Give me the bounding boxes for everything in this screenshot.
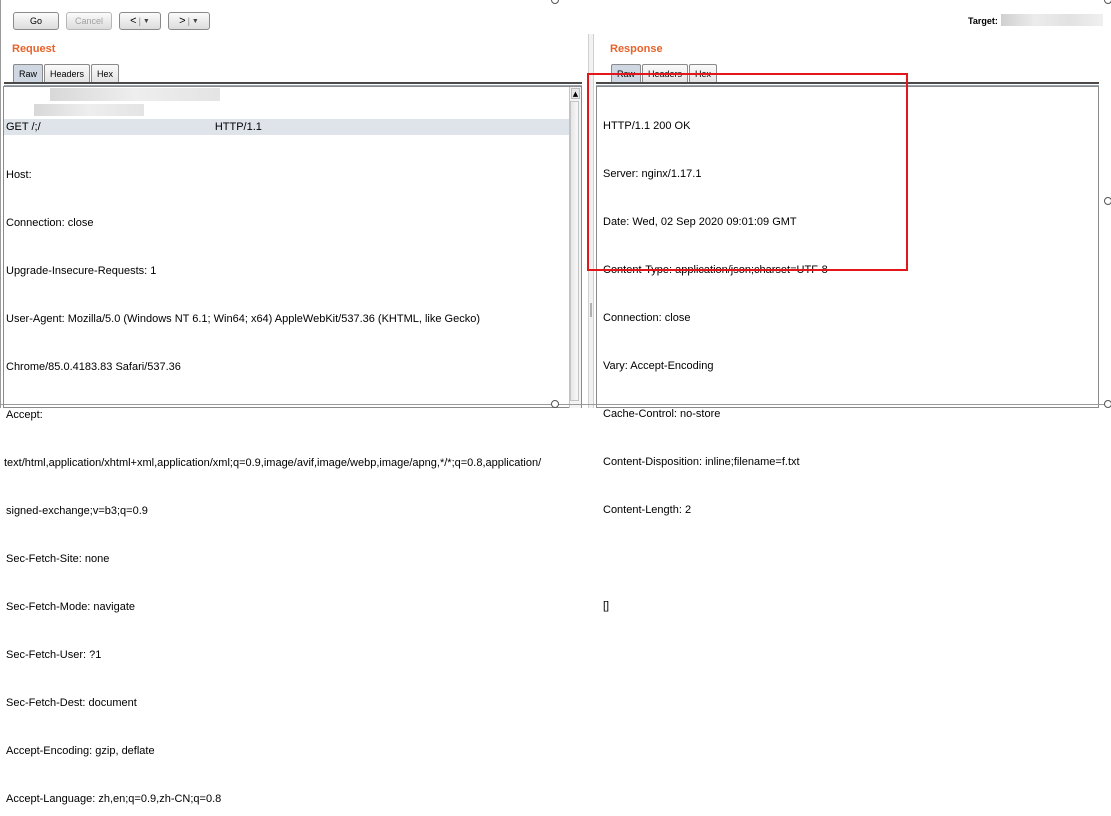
request-tabs: Raw Headers Hex <box>13 64 120 82</box>
resize-handle[interactable] <box>1104 197 1111 205</box>
forward-button[interactable]: > | ▼ <box>168 12 210 30</box>
response-line: Content-Length: 2 <box>603 504 692 516</box>
chevron-down-icon[interactable]: ▼ <box>143 18 150 25</box>
redacted-host <box>34 104 144 116</box>
request-line: Host: <box>6 169 35 181</box>
go-button[interactable]: Go <box>13 12 59 30</box>
request-line: Accept-Language: zh,en;q=0.9,zh-CN;q=0.8 <box>6 793 222 805</box>
request-line: Connection: close <box>6 217 94 229</box>
response-line: Server: nginx/1.17.1 <box>603 168 702 180</box>
request-title: Request <box>12 43 56 55</box>
request-line: Sec-Fetch-Mode: navigate <box>6 601 136 613</box>
scrollbar-thumb[interactable] <box>570 101 579 401</box>
request-line: Accept-Encoding: gzip, deflate <box>6 745 155 757</box>
tab-divider <box>4 82 582 84</box>
request-line: Upgrade-Insecure-Requests: 1 <box>6 265 157 277</box>
scroll-up-icon[interactable]: ▲ <box>571 88 580 99</box>
tab-headers[interactable]: Headers <box>642 64 689 82</box>
splitter-grip[interactable] <box>590 303 592 317</box>
forward-arrow-icon: > <box>179 15 186 27</box>
request-line: Accept: <box>6 409 43 421</box>
request-scrollbar[interactable]: ▲ <box>569 87 581 408</box>
target-value-redacted[interactable] <box>1001 14 1103 26</box>
request-line: Sec-Fetch-Dest: document <box>6 697 137 709</box>
request-line: GET /;/ HTTP/1.1 <box>4 119 569 135</box>
tab-raw[interactable]: Raw <box>13 64 44 82</box>
resize-handle[interactable] <box>1104 400 1111 408</box>
separator: | <box>187 16 190 26</box>
response-tabs: Raw Headers Hex <box>611 64 718 82</box>
response-title: Response <box>610 43 663 55</box>
separator: | <box>138 16 141 26</box>
request-text[interactable]: GET /;/ HTTP/1.1 Host: Connection: close… <box>4 87 569 816</box>
tab-headers[interactable]: Headers <box>44 64 91 82</box>
response-line: Cache-Control: no-store <box>603 408 721 420</box>
response-line: Date: Wed, 02 Sep 2020 09:01:09 GMT <box>603 216 797 228</box>
resize-handle[interactable] <box>1104 0 1111 4</box>
resize-handle[interactable] <box>551 0 559 4</box>
request-line: Chrome/85.0.4183.83 Safari/537.36 <box>6 361 181 373</box>
cancel-button[interactable]: Cancel <box>66 12 112 30</box>
request-line: signed-exchange;v=b3;q=0.9 <box>6 505 148 517</box>
redacted-url <box>50 88 220 101</box>
request-line: text/html,application/xhtml+xml,applicat… <box>4 457 542 469</box>
chevron-down-icon[interactable]: ▼ <box>192 18 199 25</box>
back-arrow-icon: < <box>130 15 137 27</box>
response-line: [] <box>603 600 610 612</box>
tab-hex[interactable]: Hex <box>689 64 718 82</box>
back-button[interactable]: < | ▼ <box>119 12 161 30</box>
go-label: Go <box>29 16 42 26</box>
response-line: HTTP/1.1 200 OK <box>603 120 691 132</box>
cancel-label: Cancel <box>74 16 103 26</box>
request-line: Sec-Fetch-Site: none <box>6 553 110 565</box>
frame-left <box>0 0 1 408</box>
tab-divider <box>596 82 1099 84</box>
response-line: Content-Disposition: inline;filename=f.t… <box>603 456 800 468</box>
response-line: Vary: Accept-Encoding <box>603 360 714 372</box>
response-line <box>603 550 1093 566</box>
response-line: Connection: close <box>603 312 691 324</box>
request-line: Sec-Fetch-User: ?1 <box>6 649 102 661</box>
response-text[interactable]: HTTP/1.1 200 OK Server: nginx/1.17.1 Dat… <box>603 86 1093 630</box>
tab-raw[interactable]: Raw <box>611 64 642 82</box>
tab-hex[interactable]: Hex <box>91 64 120 82</box>
request-line: User-Agent: Mozilla/5.0 (Windows NT 6.1;… <box>6 313 481 325</box>
pane-splitter[interactable] <box>588 34 594 408</box>
response-line: Content-Type: application/json;charset=U… <box>603 264 828 276</box>
resize-handle[interactable] <box>551 400 559 408</box>
target-label: Target: <box>968 16 998 26</box>
